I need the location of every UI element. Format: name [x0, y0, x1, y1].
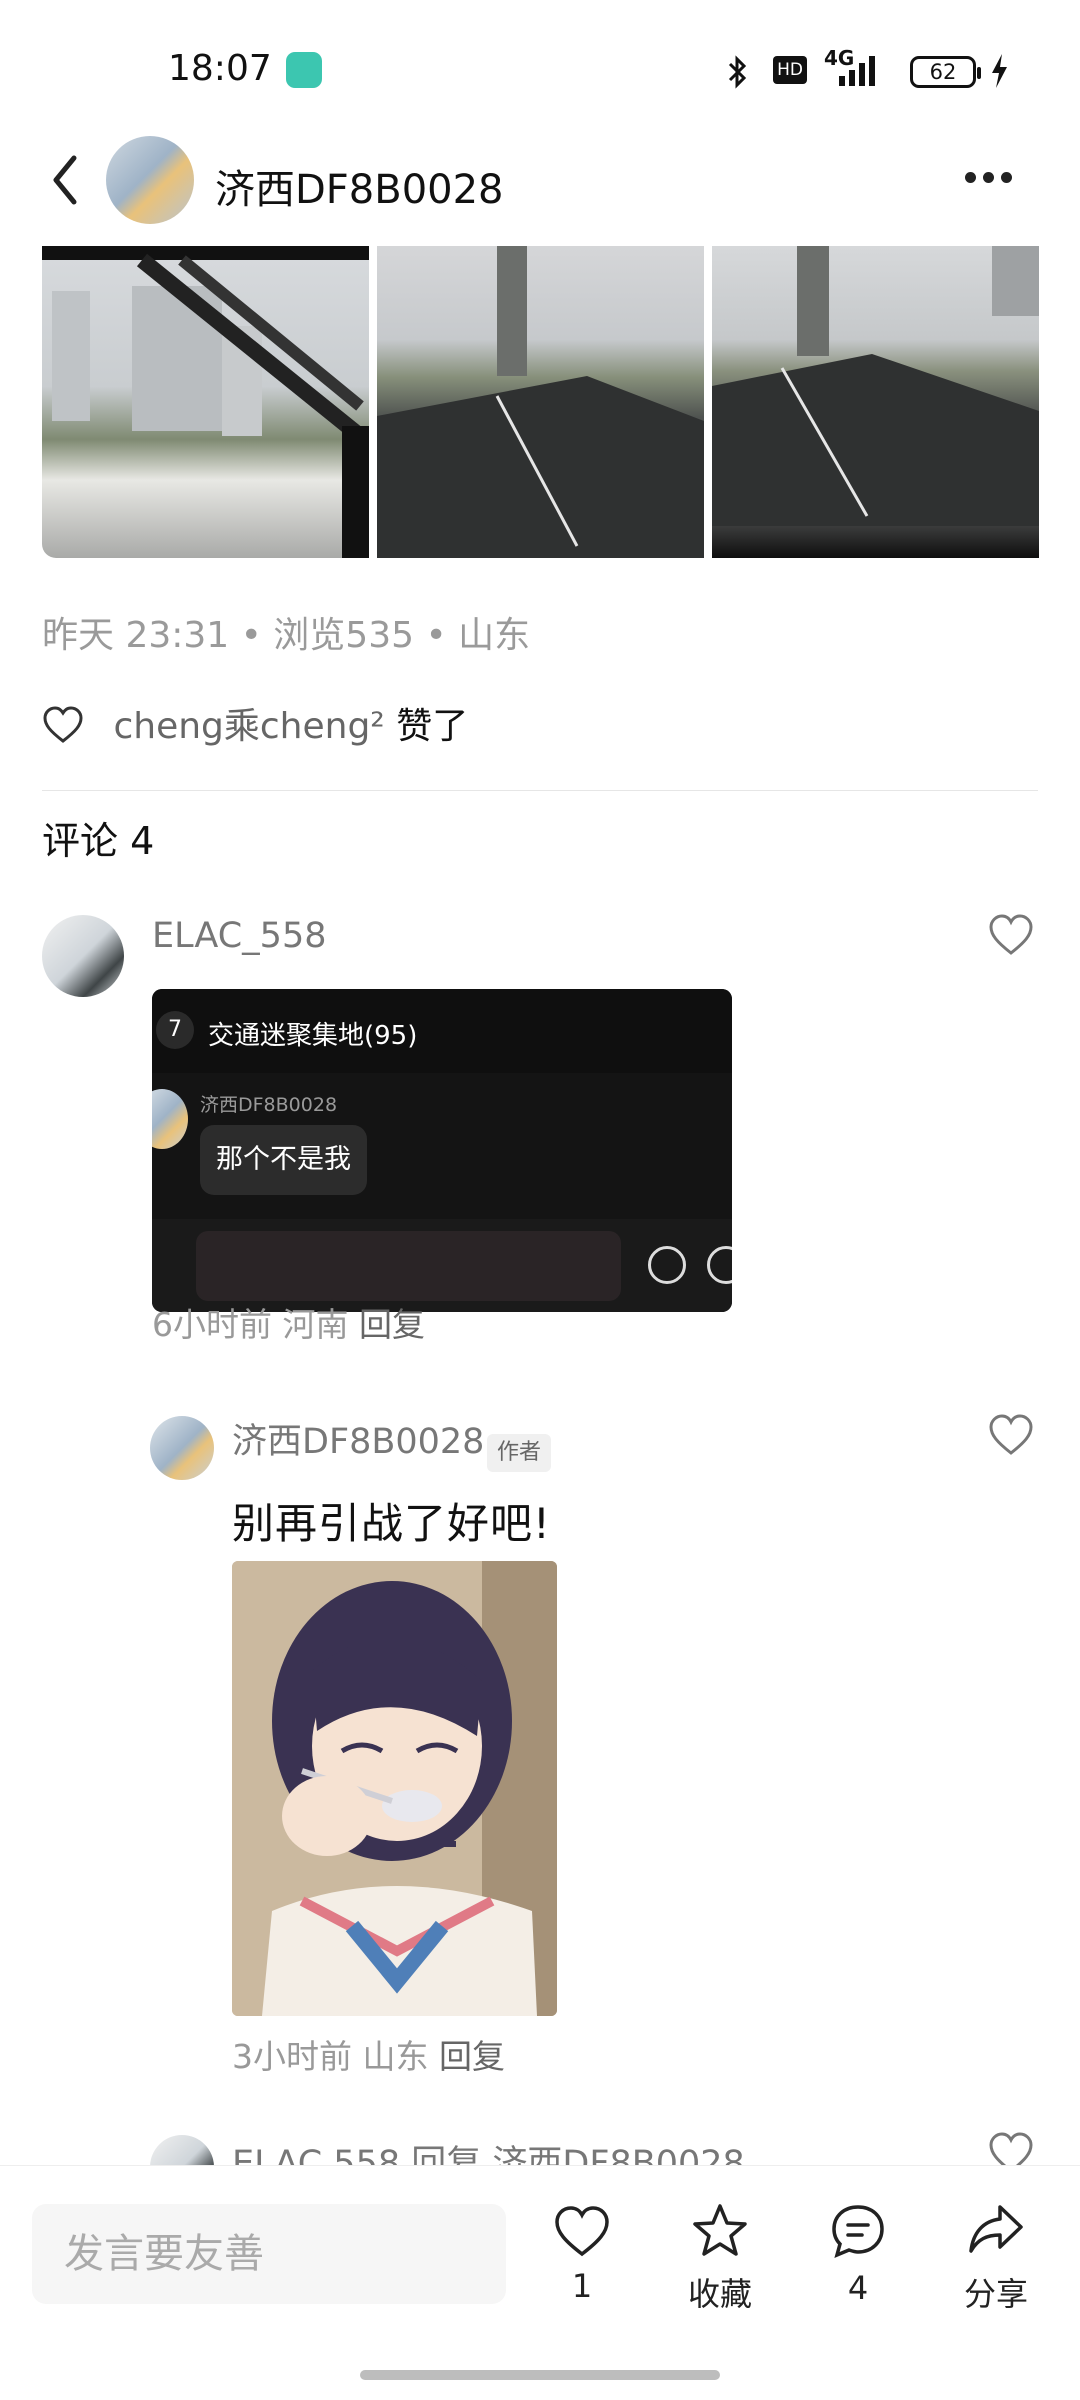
bluetooth-icon [728, 55, 747, 89]
comment-button[interactable]: 4 [798, 2203, 918, 2307]
chat-avatar [152, 1089, 188, 1149]
collect-label: 收藏 [687, 2275, 752, 2313]
reply-username[interactable]: 济西DF8B0028 [232, 1413, 484, 1464]
comments-heading: 评论 4 [42, 819, 155, 863]
post-photo[interactable] [712, 246, 1039, 558]
group-name: 交通迷聚集地(95) [208, 1021, 418, 1051]
emoji-icon [648, 1246, 686, 1284]
comment-input[interactable]: 发言要友善 [32, 2204, 506, 2304]
chat-sender: 济西DF8B0028 [200, 1094, 338, 1116]
notification-app-icon [286, 52, 322, 88]
comment-like-icon[interactable] [988, 1414, 1034, 1456]
author-badge: 作者 [487, 1434, 552, 1472]
comment-bubble-icon [832, 2205, 884, 2258]
heart-outline-icon [43, 706, 83, 743]
reply-text: 别再引战了好吧! [232, 1499, 551, 1548]
reply-avatar[interactable] [150, 1416, 214, 1480]
star-outline-icon [693, 2204, 747, 2256]
divider [42, 790, 1038, 791]
like-button[interactable]: 1 [522, 2205, 642, 2305]
group-badge: 7 [156, 1011, 194, 1049]
liked-suffix: 赞了 [396, 706, 469, 747]
liked-by-row: cheng乘cheng² 赞了 [42, 697, 468, 749]
collect-button[interactable]: 收藏 [660, 2203, 780, 2315]
hd-badge: HD [773, 56, 807, 84]
post-photo[interactable] [42, 246, 369, 558]
signal-icon [839, 56, 875, 86]
comment-meta: 6小时前 河南 回复 [152, 1298, 425, 1346]
more-options-icon[interactable] [965, 168, 1025, 192]
page-title[interactable]: 济西DF8B0028 [215, 157, 504, 215]
reply-sticker-image[interactable] [232, 1561, 557, 2016]
home-indicator[interactable] [360, 2370, 720, 2380]
reply-button[interactable]: 回复 [439, 2037, 505, 2076]
reply-button[interactable]: 回复 [359, 1305, 425, 1344]
like-count: 1 [571, 2267, 593, 2305]
comment-time-location: 6小时前 河南 [152, 1305, 349, 1344]
chat-input [196, 1231, 621, 1301]
battery-indicator: 62 [910, 56, 981, 88]
reply-time-location: 3小时前 山东 [232, 2037, 429, 2076]
post-meta: 昨天 23:31 • 浏览535 • 山东 [42, 615, 531, 656]
share-button[interactable]: 分享 [936, 2203, 1056, 2315]
charging-icon [992, 54, 1007, 88]
post-photo[interactable] [377, 246, 704, 558]
share-arrow-icon [969, 2205, 1023, 2253]
comment-like-icon[interactable] [988, 914, 1034, 956]
share-label: 分享 [963, 2275, 1028, 2313]
commenter-avatar[interactable] [42, 915, 124, 997]
reply-meta: 3小时前 山东 回复 [232, 2030, 505, 2078]
chat-bubble: 那个不是我 [200, 1125, 367, 1195]
status-time: 18:07 [168, 48, 272, 89]
author-avatar[interactable] [106, 136, 194, 224]
comment-count: 4 [847, 2269, 869, 2307]
back-arrow-icon[interactable] [44, 150, 88, 210]
liked-by-username[interactable]: cheng乘cheng² [113, 706, 384, 747]
commenter-username[interactable]: ELAC_558 [152, 916, 327, 956]
status-bar: 18:07 HD 4G 62 [0, 0, 1080, 140]
comment-screenshot-image[interactable]: 7 交通迷聚集地(95) 济西DF8B0028 那个不是我 [152, 989, 732, 1312]
heart-outline-icon [555, 2206, 609, 2257]
